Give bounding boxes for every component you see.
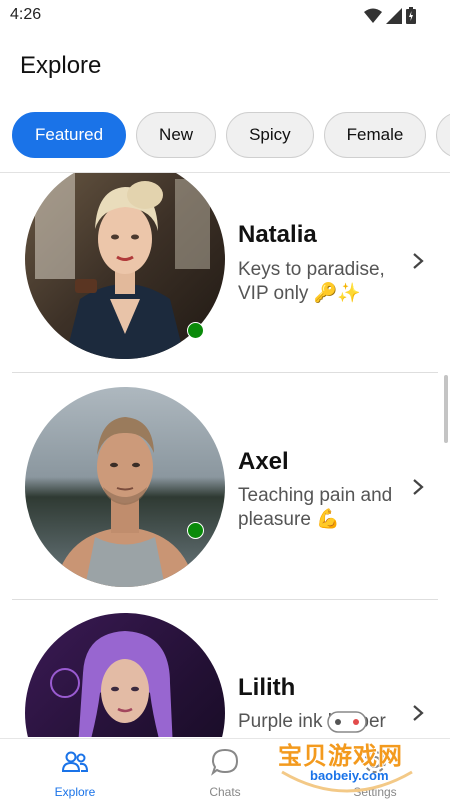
watermark-text: 宝贝游戏网 — [278, 742, 403, 770]
status-bar: 4:26 — [0, 0, 450, 32]
avatar-lilith[interactable] — [25, 613, 225, 737]
chevron-right-icon — [413, 253, 424, 269]
wifi-icon — [364, 8, 382, 23]
watermark-subtext: baobeiy.com — [310, 768, 389, 783]
avatar-axel-image — [25, 387, 225, 587]
character-tagline: Keys to paradise, VIP only 🔑✨ — [238, 259, 385, 304]
online-indicator — [187, 322, 204, 339]
status-icons — [364, 7, 416, 24]
character-name: Lilith — [238, 674, 296, 701]
filter-chip-spicy[interactable]: Spicy — [226, 112, 314, 158]
chevron-right-icon — [413, 479, 424, 495]
avatar-lilith-image — [25, 613, 225, 737]
filter-chip-featured[interactable]: Featured — [12, 112, 127, 158]
avatar-axel[interactable] — [25, 387, 225, 587]
filter-chips: Featured New Spicy Female — [12, 112, 450, 160]
battery-icon — [406, 7, 416, 24]
filter-chip-female[interactable]: Female — [323, 112, 427, 158]
character-name: Axel — [238, 448, 289, 475]
status-time: 4:26 — [10, 6, 42, 23]
people-icon — [61, 751, 89, 772]
character-list: Natalia Keys to paradise, VIP only 🔑✨ Ax… — [0, 173, 450, 737]
chat-bubble-icon — [211, 748, 239, 776]
nav-label-explore: Explore — [54, 785, 96, 799]
page-title: Explore — [20, 52, 102, 79]
signal-icon — [386, 7, 402, 24]
filter-chip-more[interactable] — [436, 112, 450, 158]
character-row-natalia[interactable]: Natalia Keys to paradise, VIP only 🔑✨ — [0, 173, 450, 399]
nav-item-explore[interactable]: Explore — [0, 739, 150, 800]
filter-chip-new[interactable]: New — [136, 112, 217, 158]
list-scrollbar[interactable] — [444, 375, 448, 443]
online-indicator — [187, 522, 204, 539]
character-name: Natalia — [238, 221, 317, 248]
character-row-axel[interactable]: Axel Teaching pain and pleasure 💪 — [0, 373, 450, 599]
character-tagline: Teaching pain and pleasure 💪 — [238, 485, 393, 530]
watermark: 宝贝游戏网 baobeiy.com — [272, 706, 422, 800]
